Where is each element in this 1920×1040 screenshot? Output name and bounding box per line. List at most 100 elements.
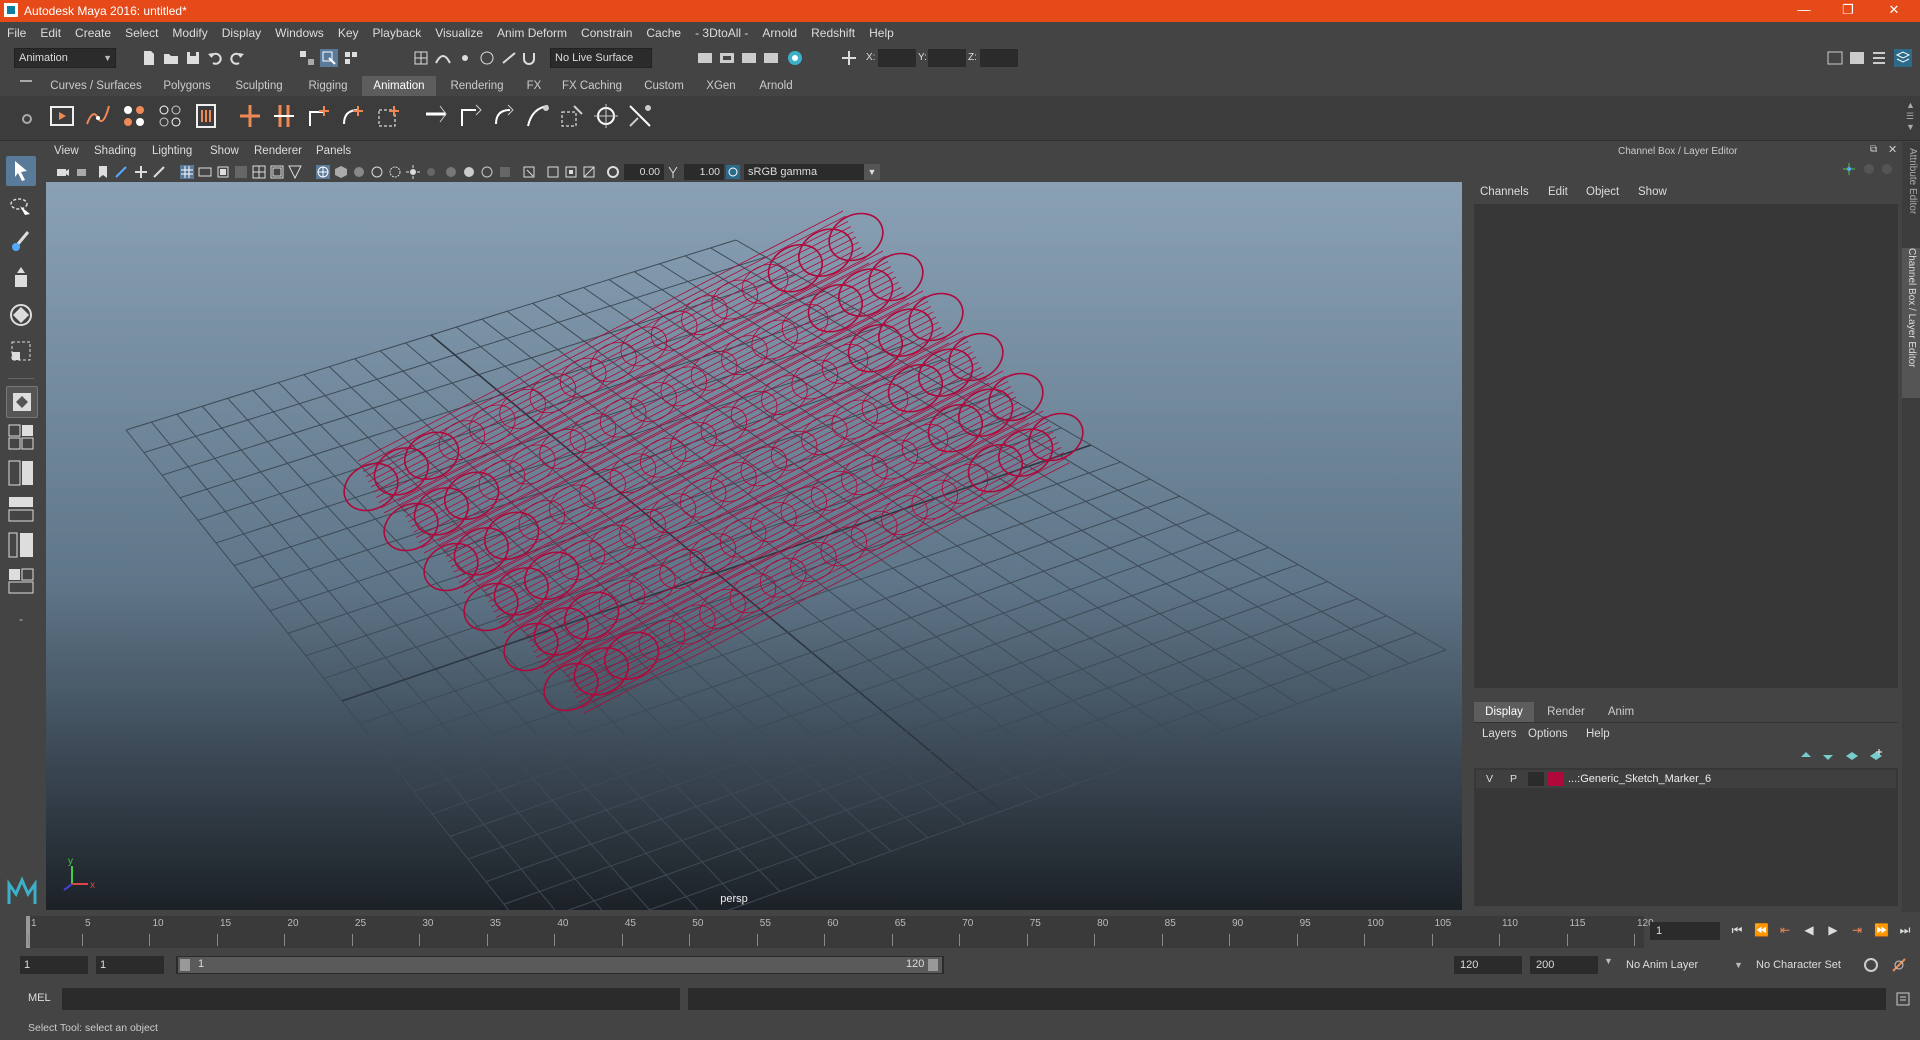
menu-set-dropdown[interactable]: Animation ▼ bbox=[14, 48, 116, 68]
save-scene-icon[interactable] bbox=[184, 49, 202, 67]
shelf-tab-sculpting[interactable]: Sculpting bbox=[228, 76, 290, 96]
auto-key-icon[interactable] bbox=[1862, 956, 1880, 974]
shelf-tab-polygons[interactable]: Polygons bbox=[156, 76, 218, 96]
x-field[interactable] bbox=[878, 49, 916, 67]
chevron-down-icon[interactable]: ▼ bbox=[864, 164, 880, 180]
menu-windows[interactable]: Windows bbox=[268, 22, 331, 44]
chevron-down-icon[interactable]: ▼ bbox=[1604, 956, 1614, 966]
script-language-label[interactable]: MEL bbox=[28, 992, 51, 1004]
channel-box-tab[interactable]: Channel Box / Layer Editor bbox=[1902, 248, 1920, 398]
render-frame-icon[interactable] bbox=[718, 49, 736, 67]
grid-toggle-icon[interactable] bbox=[180, 165, 194, 179]
lights-icon[interactable] bbox=[406, 165, 420, 179]
redo-icon[interactable] bbox=[228, 49, 246, 67]
playback-start-field[interactable]: 1 bbox=[96, 956, 164, 974]
range-slider-track[interactable]: 1 120 bbox=[176, 956, 944, 974]
camera-attributes-icon[interactable] bbox=[76, 165, 90, 179]
character-set-dropdown[interactable]: No Character Set bbox=[1752, 956, 1868, 974]
shelf-tab-fx-caching[interactable]: FX Caching bbox=[556, 76, 628, 96]
menu-constrain[interactable]: Constrain bbox=[574, 22, 639, 44]
shelf-tab-xgen[interactable]: XGen bbox=[700, 76, 742, 96]
move-tool-button[interactable] bbox=[6, 264, 36, 294]
two-d-pan-icon[interactable] bbox=[134, 165, 148, 179]
attribute-editor-tab[interactable]: Attribute Editor bbox=[1904, 148, 1918, 228]
xray-icon[interactable] bbox=[388, 165, 402, 179]
gear-icon[interactable] bbox=[20, 112, 34, 126]
cb-menu-edit[interactable]: Edit bbox=[1548, 186, 1568, 198]
step-back-frame-icon[interactable]: ⇤ bbox=[1778, 923, 1792, 937]
ipr-render-icon[interactable] bbox=[740, 49, 758, 67]
select-tool-button[interactable] bbox=[6, 156, 36, 186]
xray-joints-icon[interactable] bbox=[546, 165, 560, 179]
snap-curve-icon[interactable] bbox=[434, 49, 452, 67]
cb-menu-show[interactable]: Show bbox=[1638, 186, 1667, 198]
layer-color-swatch[interactable] bbox=[1548, 772, 1564, 786]
layer-menu-options[interactable]: Options bbox=[1528, 728, 1568, 740]
shelf-tab-custom[interactable]: Custom bbox=[636, 76, 692, 96]
panel-menu-panels[interactable]: Panels bbox=[316, 145, 351, 157]
constraint-aim-icon[interactable] bbox=[558, 102, 586, 130]
menu-key[interactable]: Key bbox=[331, 22, 366, 44]
backface-culling-icon[interactable] bbox=[582, 165, 596, 179]
layer-tab-display[interactable]: Display bbox=[1474, 702, 1534, 722]
shelf-tab-rendering[interactable]: Rendering bbox=[444, 76, 510, 96]
menu-visualize[interactable]: Visualize bbox=[428, 22, 490, 44]
menu-file[interactable]: File bbox=[0, 22, 33, 44]
layout-four-button[interactable] bbox=[6, 422, 36, 452]
snap-view-plane-icon[interactable] bbox=[478, 49, 496, 67]
menu-select[interactable]: Select bbox=[118, 22, 165, 44]
xray-active-icon[interactable] bbox=[564, 165, 578, 179]
render-view-icon[interactable] bbox=[696, 49, 714, 67]
playblast-icon[interactable] bbox=[48, 102, 76, 130]
default-material-icon[interactable] bbox=[352, 165, 366, 179]
channel-box-toggle-icon[interactable] bbox=[1870, 49, 1888, 67]
shadows-icon[interactable] bbox=[424, 165, 438, 179]
close-panel-icon[interactable]: ✕ bbox=[1888, 143, 1897, 156]
layer-tab-anim[interactable]: Anim bbox=[1596, 702, 1646, 722]
range-end-handle[interactable] bbox=[928, 959, 938, 971]
script-editor-icon[interactable] bbox=[1894, 990, 1912, 1008]
smooth-shade-icon[interactable] bbox=[334, 165, 348, 179]
restore-button[interactable]: ❐ bbox=[1826, 0, 1870, 22]
go-to-start-icon[interactable]: ⏮ bbox=[1730, 923, 1744, 937]
live-surface-field[interactable]: No Live Surface bbox=[550, 48, 652, 68]
hypershade-icon[interactable] bbox=[786, 49, 804, 67]
snap-live-icon[interactable] bbox=[500, 49, 518, 67]
z-field[interactable] bbox=[980, 49, 1018, 67]
close-button[interactable]: ✕ bbox=[1872, 0, 1916, 22]
isolate-select-icon[interactable] bbox=[522, 165, 536, 179]
exposure-field[interactable]: 0.00 bbox=[624, 164, 664, 180]
constraint-geometry-icon[interactable] bbox=[626, 102, 654, 130]
resolution-gate-icon[interactable] bbox=[216, 165, 230, 179]
layout-two-button[interactable] bbox=[6, 458, 36, 488]
channel-box-manipulator-icon[interactable] bbox=[1842, 162, 1856, 176]
select-object-icon[interactable] bbox=[320, 49, 338, 67]
animation-preferences-icon[interactable] bbox=[1890, 956, 1908, 974]
menu-edit[interactable]: Edit bbox=[33, 22, 68, 44]
playback-end-field[interactable]: 120 bbox=[1454, 956, 1522, 974]
menu-create[interactable]: Create bbox=[68, 22, 118, 44]
select-component-icon[interactable] bbox=[342, 49, 360, 67]
layer-menu-layers[interactable]: Layers bbox=[1482, 728, 1517, 740]
y-field[interactable] bbox=[928, 49, 966, 67]
menu-display[interactable]: Display bbox=[215, 22, 268, 44]
field-chart-icon[interactable] bbox=[252, 165, 266, 179]
animation-start-field[interactable]: 1 bbox=[20, 956, 88, 974]
shelf-tab-animation[interactable]: Animation bbox=[362, 76, 436, 96]
gate-mask-icon[interactable] bbox=[234, 165, 248, 179]
safe-title-icon[interactable] bbox=[288, 165, 302, 179]
panel-menu-show[interactable]: Show bbox=[210, 145, 239, 157]
unghost-icon[interactable] bbox=[156, 102, 184, 130]
constraint-point-icon[interactable] bbox=[456, 102, 484, 130]
layout-graph-button[interactable] bbox=[6, 530, 36, 560]
exposure-icon[interactable] bbox=[606, 165, 620, 179]
constraint-orient-icon[interactable] bbox=[490, 102, 518, 130]
layer-row[interactable]: V P ...:Generic_Sketch_Marker_6 bbox=[1476, 770, 1896, 788]
lattice-icon[interactable] bbox=[374, 102, 402, 130]
menu-playback[interactable]: Playback bbox=[366, 22, 429, 44]
layer-editor-toggle-icon[interactable] bbox=[1894, 49, 1912, 67]
color-management-icon[interactable] bbox=[726, 165, 740, 179]
select-hierarchy-icon[interactable] bbox=[298, 49, 316, 67]
panel-menu-shading[interactable]: Shading bbox=[94, 145, 136, 157]
step-forward-key-icon[interactable]: ⏩ bbox=[1874, 923, 1889, 937]
